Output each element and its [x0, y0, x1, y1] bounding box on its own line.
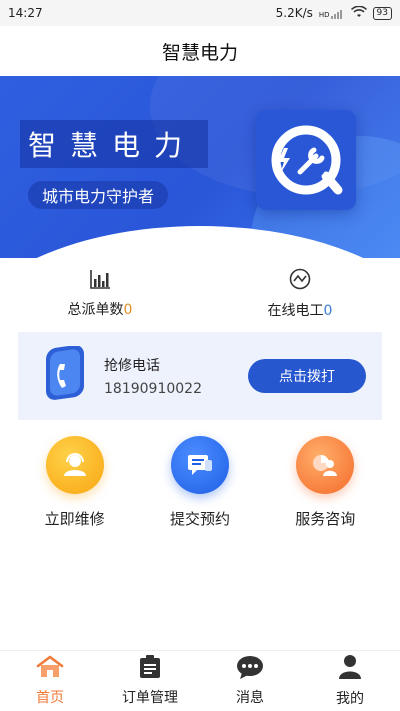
tab-home[interactable]: 首页 [0, 655, 100, 707]
battery-icon: 93 [372, 6, 392, 20]
action-service-consult[interactable]: 服务咨询 [270, 436, 380, 546]
tab-profile[interactable]: 我的 [300, 654, 400, 708]
action-submit-appointment[interactable]: 提交预约 [145, 436, 255, 546]
lightning-wrench-logo-icon [256, 110, 356, 210]
tab-label: 我的 [336, 691, 364, 707]
bar-chart-icon [89, 269, 111, 293]
home-icon [36, 655, 64, 683]
hotline-phone-number: 18190910022 [104, 381, 202, 397]
tab-label: 订单管理 [122, 690, 178, 706]
signal-icon: HD [319, 8, 345, 19]
action-label: 立即维修 [44, 510, 105, 528]
trend-circle-icon [289, 268, 311, 294]
stat-total-orders: 总派单数0 [0, 262, 200, 326]
tab-order-management[interactable]: 订单管理 [100, 655, 200, 707]
stat-label-text: 总派单数 [67, 302, 124, 318]
wifi-icon [350, 5, 367, 21]
banner-subtitle: 城市电力守护者 [28, 181, 169, 209]
stat-value: 0 [123, 302, 133, 318]
stats-row: 总派单数0 在线电工0 [0, 262, 400, 326]
stat-label: 在线电工0 [268, 300, 333, 320]
clipboard-icon [139, 655, 161, 683]
tab-label: 消息 [236, 690, 264, 706]
user-icon [338, 654, 362, 684]
stat-online-electricians: 在线电工0 [200, 262, 400, 326]
hotline-title: 抢修电话 [104, 358, 160, 374]
tab-label: 首页 [36, 690, 64, 706]
banner: 智慧电力 城市电力守护者 [0, 76, 400, 258]
status-time: 14:27 [8, 6, 43, 20]
banner-title: 智慧电力 [20, 120, 208, 168]
page-title: 智慧电力 [161, 41, 238, 64]
status-bar: 14:27 5.2K/s HD 93 [0, 0, 400, 26]
repair-person-icon[interactable] [45, 436, 104, 494]
bottom-nav: 首页 订单管理 消息 我的 [0, 650, 400, 711]
phone-icon [40, 345, 90, 406]
hotline-text: 抢修电话 18190910022 [104, 355, 248, 397]
app-header: 智慧电力 [0, 26, 400, 76]
hotline-card: 抢修电话 18190910022 点击拨打 [18, 332, 382, 420]
action-label: 提交预约 [169, 510, 230, 528]
action-repair-now[interactable]: 立即维修 [20, 436, 130, 546]
chat-message-icon[interactable] [170, 436, 229, 494]
tab-messages[interactable]: 消息 [200, 655, 300, 707]
signal-label: HD [318, 10, 330, 19]
network-speed: 5.2K/s [275, 6, 313, 20]
stat-value: 0 [323, 303, 333, 319]
quick-actions: 立即维修 提交预约 服务咨询 [0, 436, 400, 546]
stat-label-text: 在线电工 [267, 303, 324, 319]
stat-label: 总派单数0 [68, 299, 133, 319]
action-label: 服务咨询 [295, 510, 356, 528]
message-bubble-icon [236, 655, 264, 683]
consult-person-icon[interactable] [296, 436, 355, 494]
status-indicators: 5.2K/s HD 93 [275, 5, 392, 21]
call-button[interactable]: 点击拨打 [248, 359, 366, 393]
